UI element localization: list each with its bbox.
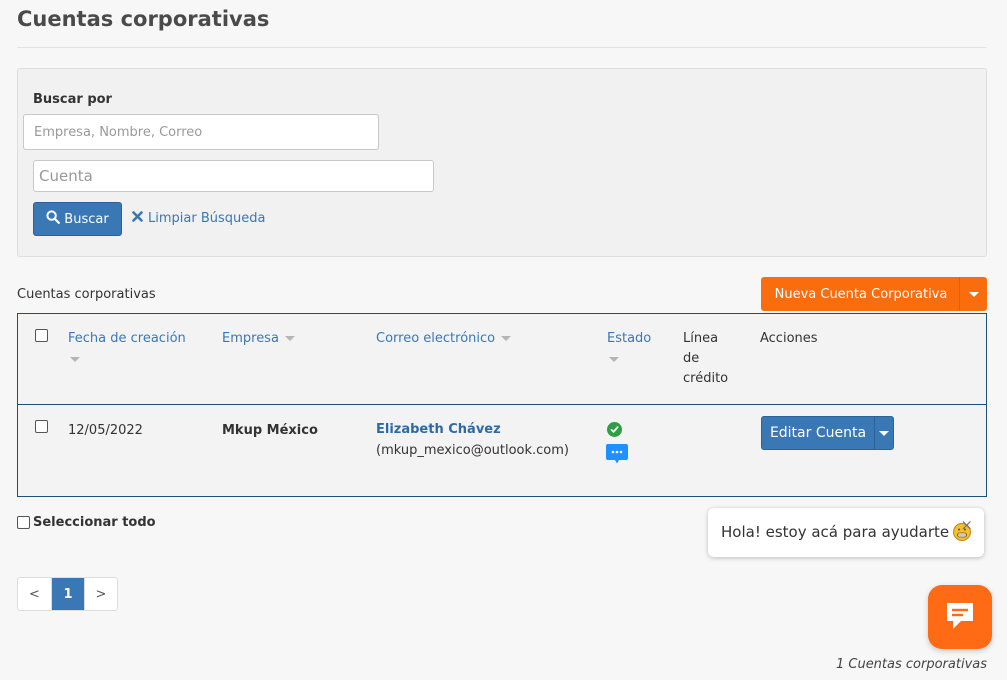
- close-icon: [132, 211, 143, 226]
- search-button-label: Buscar: [64, 211, 109, 227]
- column-header-status[interactable]: Estado: [607, 329, 651, 362]
- results-count: 1 Cuentas corporativas: [835, 657, 987, 672]
- chat-greeting-text: Hola! estoy acá para ayudarte: [721, 523, 950, 541]
- edit-account-label: Editar Cuenta: [769, 425, 867, 441]
- account-input[interactable]: [33, 160, 434, 192]
- column-header-email-label: Correo electrónico: [376, 331, 496, 346]
- column-header-credit-line: Línea de crédito: [683, 329, 728, 389]
- credit-line-header-line2: de: [683, 351, 700, 366]
- pagination-next[interactable]: >: [84, 578, 117, 610]
- select-all-checkbox[interactable]: [17, 516, 30, 529]
- select-all[interactable]: Seleccionar todo: [17, 515, 156, 530]
- row-select-checkbox[interactable]: [35, 420, 48, 433]
- search-icon: [46, 210, 61, 228]
- title-divider: [17, 47, 987, 48]
- sort-caret-icon: [70, 357, 80, 362]
- select-all-label: Seleccionar todo: [33, 515, 156, 530]
- chat-greeting-bubble[interactable]: Hola! estoy acá para ayudarte ×: [708, 508, 984, 557]
- chat-launcher-button[interactable]: [928, 585, 992, 649]
- column-header-email[interactable]: Correo electrónico: [376, 329, 512, 349]
- clear-search-link[interactable]: Limpiar Búsqueda: [132, 211, 265, 226]
- chat-bubble-icon[interactable]: [606, 444, 628, 464]
- credit-line-header-line3: crédito: [683, 371, 729, 386]
- pagination: < 1 >: [17, 577, 118, 611]
- new-corporate-account-label: Nueva Cuenta Corporativa: [774, 286, 948, 302]
- chevron-down-icon: [968, 291, 979, 297]
- column-header-status-label: Estado: [607, 331, 652, 346]
- column-header-actions: Acciones: [760, 331, 818, 346]
- row-contact-name-link[interactable]: Elizabeth Chávez: [376, 422, 501, 437]
- row-created-date: 12/05/2022: [68, 423, 143, 438]
- column-header-created-label: Fecha de creación: [68, 331, 186, 346]
- section-label: Cuentas corporativas: [17, 287, 156, 302]
- column-header-company[interactable]: Empresa: [222, 329, 295, 349]
- header-select-checkbox[interactable]: [35, 329, 48, 342]
- column-header-created[interactable]: Fecha de creación: [68, 329, 186, 362]
- new-account-dropdown-toggle[interactable]: [959, 277, 987, 311]
- pagination-prev[interactable]: <: [18, 578, 51, 610]
- check-circle-icon: [607, 422, 622, 437]
- chat-icon: [943, 599, 977, 636]
- accounts-table: Fecha de creación Empresa Correo electró…: [17, 313, 987, 497]
- new-corporate-account-button[interactable]: Nueva Cuenta Corporativa: [761, 277, 987, 311]
- chevron-down-icon: [879, 430, 889, 436]
- credit-line-header-line1: Línea: [683, 331, 719, 346]
- chat-greeting: Hola! estoy acá para ayudarte: [721, 523, 972, 541]
- row-company: Mkup México: [222, 423, 318, 438]
- column-header-company-label: Empresa: [222, 331, 279, 346]
- sort-caret-icon: [501, 336, 512, 341]
- search-input[interactable]: [23, 114, 379, 150]
- sort-caret-icon: [609, 357, 619, 362]
- search-button[interactable]: Buscar: [33, 202, 122, 236]
- table-header: Fecha de creación Empresa Correo electró…: [18, 314, 986, 405]
- edit-account-dropdown-toggle[interactable]: [874, 417, 893, 449]
- search-panel: Buscar por Buscar Limpiar Búsqueda: [17, 68, 987, 257]
- row-contact-email: (mkup_mexico@outlook.com): [376, 443, 570, 458]
- clear-search-label: Limpiar Búsqueda: [148, 211, 266, 226]
- pagination-page-1[interactable]: 1: [51, 578, 84, 610]
- search-label: Buscar por: [33, 92, 112, 107]
- table-row: 12/05/2022 Mkup México Elizabeth Chávez …: [18, 406, 986, 496]
- chat-close-button[interactable]: ×: [960, 516, 973, 534]
- sort-caret-icon: [284, 336, 295, 341]
- edit-account-button[interactable]: Editar Cuenta: [761, 416, 894, 450]
- page-title: Cuentas corporativas: [17, 7, 270, 31]
